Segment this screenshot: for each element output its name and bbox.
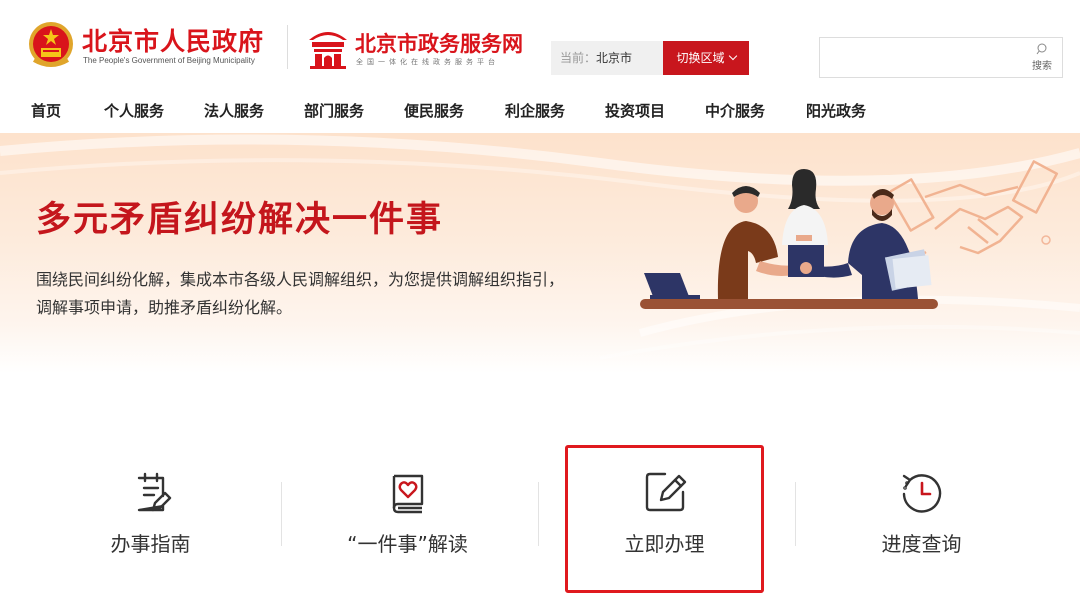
- region-value: 北京市: [596, 51, 633, 65]
- service-card-apply-now[interactable]: 立即办理: [536, 470, 793, 580]
- service-label: 进度查询: [881, 532, 962, 556]
- switch-region-button[interactable]: 切换区域: [663, 41, 749, 75]
- clipboard-edit-icon: [137, 472, 171, 512]
- national-emblem-icon: [29, 22, 73, 67]
- nav-item-investment[interactable]: 投资项目: [605, 100, 665, 121]
- region-prefix: 当前：: [560, 51, 597, 65]
- edit-square-icon: [645, 472, 686, 512]
- search-input[interactable]: 搜索: [819, 37, 1063, 78]
- gov-subtitle: The People's Government of Beijing Munic…: [83, 56, 255, 65]
- search-button[interactable]: 搜索: [1030, 43, 1054, 73]
- gov-title: 北京市人民政府: [82, 27, 265, 56]
- tiananmen-logo-icon: [309, 32, 347, 69]
- nav-item-business[interactable]: 利企服务: [505, 100, 565, 121]
- topic-banner: 多元矛盾纠纷解决一件事 围绕民间纠纷化解，集成本市各级人民调解组织，为您提供调解…: [0, 133, 1080, 373]
- header-divider: [287, 25, 288, 69]
- current-region: 当前：北京市: [551, 41, 663, 75]
- banner-description-line: 围绕民间纠纷化解，集成本市各级人民调解组织，为您提供调解组织指引，: [36, 272, 565, 289]
- service-label: 立即办理: [624, 532, 705, 556]
- nav-item-personal[interactable]: 个人服务: [104, 100, 164, 121]
- service-entry-bar: 办事指南 “一件事”解读 立即办理 进度查询: [0, 440, 1080, 610]
- book-heart-icon: [392, 474, 423, 514]
- nav-item-convenience[interactable]: 便民服务: [404, 100, 464, 121]
- switch-region-label: 切换区域: [676, 51, 725, 65]
- chevron-down-icon: [728, 51, 737, 61]
- service-card-progress[interactable]: 进度查询: [793, 470, 1050, 580]
- search-icon: [1036, 43, 1047, 55]
- nav-item-sunshine-gov[interactable]: 阳光政务: [806, 100, 866, 121]
- service-platform-logo[interactable]: 北京市政务服务网 全国一体化在线政务服务平台: [305, 26, 545, 72]
- banner-description-line: 调解事项申请，助推矛盾纠纷化解。: [36, 300, 293, 317]
- service-label: “一件事”解读: [347, 532, 468, 556]
- nav-item-legal-person[interactable]: 法人服务: [204, 100, 264, 121]
- banner-description: 围绕民间纠纷化解，集成本市各级人民调解组织，为您提供调解组织指引， 调解事项申请…: [36, 267, 616, 323]
- gov-logo[interactable]: 北京市人民政府 The People's Government of Beiji…: [26, 20, 276, 72]
- search-label: 搜索: [1032, 61, 1052, 72]
- nav-item-intermediary[interactable]: 中介服务: [705, 100, 765, 121]
- service-card-interpretation[interactable]: “一件事”解读: [279, 470, 536, 580]
- nav-item-departments[interactable]: 部门服务: [304, 100, 364, 121]
- mediation-people-illustration: [640, 169, 938, 309]
- service-card-guide[interactable]: 办事指南: [22, 470, 279, 580]
- service-platform-subtitle: 全国一体化在线政务服务平台: [356, 59, 499, 66]
- clock-history-icon: [902, 474, 941, 513]
- service-label: 办事指南: [110, 532, 191, 556]
- main-nav: 首页 个人服务 法人服务 部门服务 便民服务 利企服务 投资项目 中介服务 阳光…: [0, 92, 1080, 130]
- service-platform-title: 北京市政务服务网: [355, 32, 523, 56]
- nav-item-home[interactable]: 首页: [31, 100, 61, 121]
- banner-title: 多元矛盾纠纷解决一件事: [36, 200, 444, 240]
- site-header: 北京市人民政府 The People's Government of Beiji…: [0, 0, 1080, 90]
